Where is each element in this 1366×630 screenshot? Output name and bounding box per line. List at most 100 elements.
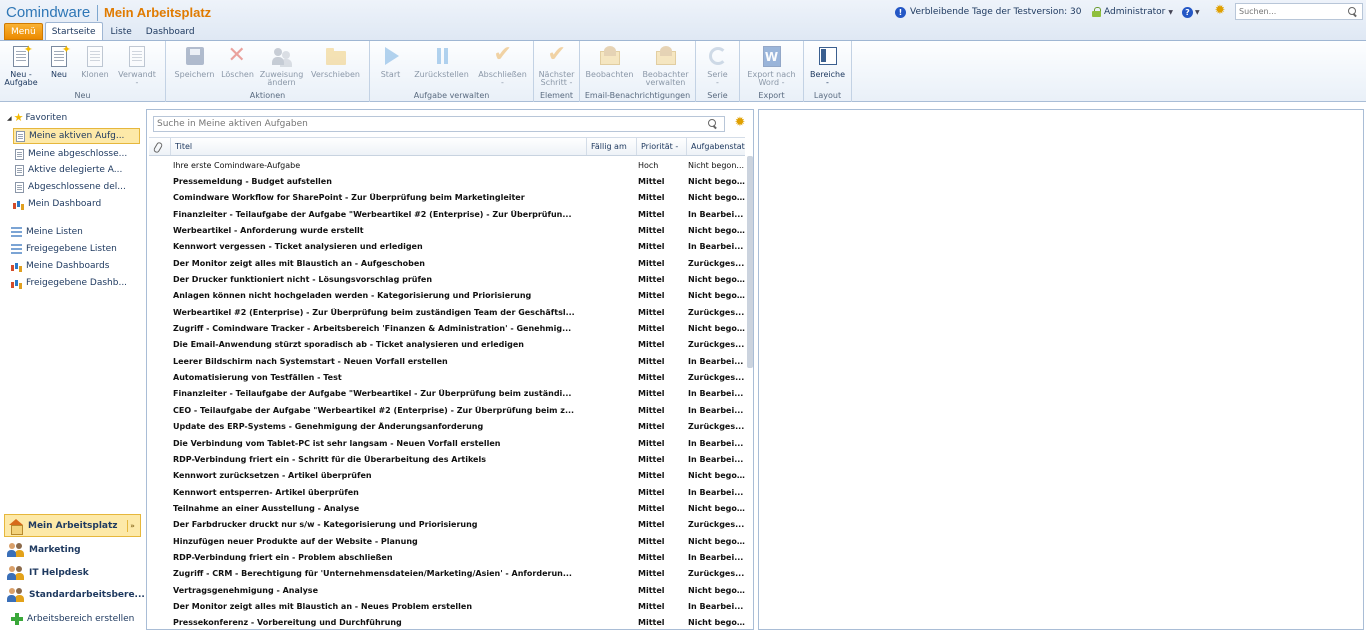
workspace-it-helpdesk[interactable]: IT Helpdesk [4, 561, 141, 584]
next-step-icon: ✔ [547, 42, 566, 67]
table-row[interactable]: Automatisierung von Testfällen - Test Mit… [149, 369, 745, 385]
scrollbar[interactable] [747, 156, 753, 368]
task-list-pane: ✹ Titel Fällig am Priorität - Aufgabenst… [146, 109, 754, 630]
table-row[interactable]: Der Drucker funktioniert nicht - Lösungs… [149, 271, 745, 287]
sidebar-item-active-delegated[interactable]: Aktive delegierte A... [13, 162, 140, 178]
new-task-button[interactable]: ✦ Neu - Aufgabe [2, 43, 40, 91]
sidebar-item-my-dashboards[interactable]: Meine Dashboards [9, 258, 136, 274]
table-row[interactable]: CEO - Teilaufgabe der Aufgabe "Werbearti… [149, 402, 745, 418]
table-row[interactable]: Hinzufügen neuer Produkte auf der Websit… [149, 533, 745, 549]
tab-startseite[interactable]: Startseite [44, 22, 103, 40]
tab-dashboard[interactable]: Dashboard [140, 23, 201, 40]
ribbon-group-serie: Serie - Serie [696, 41, 740, 102]
table-row[interactable]: Teilnahme an einer Ausstellung - Analyse… [149, 500, 745, 516]
gear-icon[interactable]: ✹ [733, 116, 747, 130]
column-status[interactable]: Aufgabenstat... [687, 138, 745, 155]
sidebar-item-shared-dashboards[interactable]: Freigegebene Dashb... [9, 275, 136, 291]
gear-icon[interactable]: ✹ [1213, 4, 1227, 18]
complete-button[interactable]: ✔ Abschließen - [476, 43, 530, 91]
clone-button[interactable]: Klonen [78, 43, 112, 91]
sidebar-item-label: Freigegebene Dashb... [26, 278, 128, 288]
row-status: In Bearbei... [688, 209, 744, 219]
change-assignment-button[interactable]: Zuweisung ändern [259, 43, 305, 91]
table-row[interactable]: Zugriff - CRM - Berechtigung für 'Untern… [149, 566, 745, 582]
table-row[interactable]: Ihre erste Comindware-Aufgabe Hoch Nicht b… [149, 157, 745, 173]
table-row[interactable]: Kennwort zurücksetzen - Artikel überprüf… [149, 468, 745, 484]
column-due[interactable]: Fällig am [587, 138, 637, 155]
series-button[interactable]: Serie - [700, 43, 736, 91]
table-row[interactable]: Werbeartikel - Anforderung wurde erstell… [149, 222, 745, 238]
table-row[interactable]: Finanzleiter - Teilaufgabe der Aufgabe "… [149, 386, 745, 402]
row-title: CEO - Teilaufgabe der Aufgabe "Werbearti… [173, 405, 575, 415]
attachment-column-header[interactable] [149, 138, 171, 155]
search-icon[interactable] [1348, 6, 1358, 17]
row-status: In Bearbei... [688, 389, 744, 399]
move-button[interactable]: Verschieben [309, 43, 363, 91]
column-priority[interactable]: Priorität - [637, 138, 687, 155]
table-row[interactable]: Der Monitor zeigt alles mit Blaustich an… [149, 255, 745, 271]
table-row[interactable]: Update des ERP-Systems - Genehmigung der… [149, 419, 745, 435]
row-status: Nicht bego... [688, 536, 745, 546]
tab-menu[interactable]: Menü [4, 23, 43, 40]
related-button[interactable]: Verwandt - [116, 43, 158, 91]
table-row[interactable]: Pressemeldung - Budget aufstellen Mittel N… [149, 173, 745, 189]
table-row[interactable]: Leerer Bildschirm nach Systemstart - Neu… [149, 353, 745, 369]
sidebar-item-completed-delegated[interactable]: Abgeschlossene del... [13, 179, 140, 195]
table-row[interactable]: Zugriff - Comindware Tracker - Arbeitsbe… [149, 320, 745, 336]
table-row[interactable]: Die Email-Anwendung stürzt sporadisch ab… [149, 337, 745, 353]
panes-button[interactable]: Bereiche - [808, 43, 848, 91]
manage-watchers-button[interactable]: Beobachter verwalten [641, 43, 691, 91]
table-row[interactable]: Die Verbindung vom Tablet-PC ist sehr la… [149, 435, 745, 451]
search-icon[interactable] [708, 119, 718, 129]
table-row[interactable]: Pressekonferenz - Vorbereitung und Durch… [149, 615, 745, 630]
row-status: Zurückges... [688, 569, 745, 579]
save-button[interactable]: Speichern [173, 43, 217, 91]
table-row[interactable]: Werbeartikel #2 (Enterprise) - Zur Überp… [149, 304, 745, 320]
sidebar-item-shared-lists[interactable]: Freigegebene Listen [9, 241, 136, 257]
watch-button[interactable]: Beobachten [585, 43, 635, 91]
paperclip-icon [153, 142, 163, 152]
tab-liste[interactable]: Liste [105, 23, 138, 40]
sidebar-item-label: Aktive delegierte A... [28, 165, 123, 175]
table-row[interactable]: RDP-Verbindung friert ein - Schritt für … [149, 451, 745, 467]
postpone-button[interactable]: Zurückstellen [414, 43, 470, 91]
sidebar-item-my-lists[interactable]: Meine Listen [9, 224, 136, 240]
new-button[interactable]: ✦ Neu [44, 43, 74, 91]
logo: Comindware [6, 4, 91, 21]
row-status: Nicht bego... [688, 618, 745, 628]
table-row[interactable]: Der Farbdrucker druckt nur s/w - Kategor… [149, 517, 745, 533]
chevron-right-icon[interactable]: » [127, 520, 137, 532]
shared-list-icon [11, 244, 22, 254]
user-menu[interactable]: Administrator ▼ [1092, 5, 1173, 19]
table-row[interactable]: Kennwort vergessen - Ticket analysieren … [149, 239, 745, 255]
ribbon-group-label: Element [539, 91, 574, 100]
word-icon: W [760, 45, 784, 69]
table-row[interactable]: Finanzleiter - Teilaufgabe der Aufgabe "… [149, 206, 745, 222]
table-row[interactable]: Anlagen können nicht hochgeladen werden … [149, 288, 745, 304]
table-row[interactable]: Vertragsgenehmigung - Analyse Mittel Nicht… [149, 582, 745, 598]
sidebar-item-active-tasks[interactable]: Meine aktiven Aufg... [13, 128, 140, 144]
delete-button[interactable]: ✕ Löschen [221, 43, 255, 91]
workspace-marketing[interactable]: Marketing [4, 538, 141, 561]
search-input[interactable] [1236, 4, 1344, 19]
help-menu[interactable]: ? ▼ [1182, 5, 1200, 19]
table-row[interactable]: Kennwort entsperren- Artikel überprüfen M… [149, 484, 745, 500]
column-title[interactable]: Titel [171, 138, 587, 155]
table-row[interactable]: RDP-Verbindung friert ein - Problem absc… [149, 549, 745, 565]
workspace-standard[interactable]: Standardarbeitsbere... [4, 583, 145, 606]
row-title: Pressemeldung - Budget aufstellen [173, 177, 332, 187]
export-word-button[interactable]: W Export nach Word - [744, 43, 800, 91]
favorites-header[interactable]: ◢ ★ Favoriten [7, 112, 67, 123]
row-title: Kennwort entsperren- Artikel überprüfen [173, 487, 359, 497]
workspace-my-workplace[interactable]: Mein Arbeitsplatz » [4, 514, 141, 537]
table-row[interactable]: Comindware Workflow for SharePoint - Zur… [149, 190, 745, 206]
next-step-button[interactable]: ✔ Nächster Schritt - [536, 43, 578, 91]
start-button[interactable]: Start [374, 43, 408, 91]
row-status: Zurückges... [688, 422, 745, 432]
table-row[interactable]: Der Monitor zeigt alles mit Blaustich an… [149, 598, 745, 614]
list-search-input[interactable] [154, 117, 704, 131]
sidebar-item-label: Meine Dashboards [26, 261, 110, 271]
sidebar-item-completed-tasks[interactable]: Meine abgeschlosse... [13, 146, 140, 162]
create-workspace-button[interactable]: Arbeitsbereich erstellen [4, 607, 141, 630]
sidebar-item-my-dashboard[interactable]: Mein Dashboard [11, 196, 138, 212]
